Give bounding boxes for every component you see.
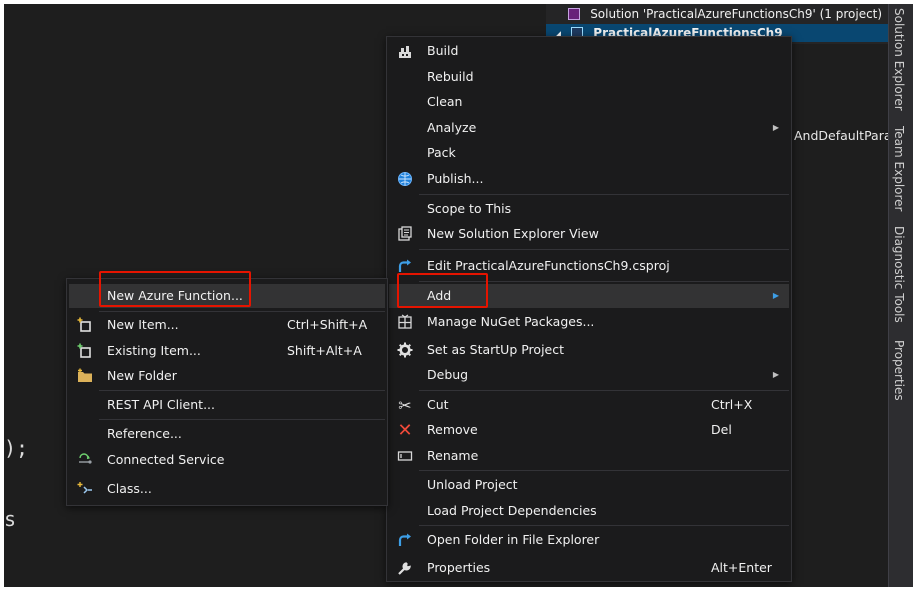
- menu-label: Load Project Dependencies: [427, 503, 597, 518]
- shortcut-label: Ctrl+X: [711, 397, 753, 412]
- menu-item-build[interactable]: Build: [389, 39, 789, 63]
- submenu-arrow-icon: ▶: [772, 123, 779, 132]
- wrench-icon: [397, 560, 413, 576]
- solution-icon: [568, 8, 581, 20]
- globe-icon: [397, 171, 413, 187]
- menu-label: Build: [427, 43, 459, 58]
- menu-separator: [419, 194, 789, 195]
- menu-item-remove[interactable]: ✕ Remove Del: [389, 418, 789, 442]
- tab-diagnostic-tools[interactable]: Diagnostic Tools: [892, 226, 906, 323]
- menu-label: Remove: [427, 422, 478, 437]
- submenu-arrow-icon: ▶: [772, 291, 779, 300]
- shortcut-label: Del: [711, 422, 732, 437]
- menu-item-existing-item[interactable]: Existing Item... Shift+Alt+A: [69, 339, 385, 363]
- menu-item-cut[interactable]: ✂ Cut Ctrl+X: [389, 393, 789, 417]
- menu-item-analyze[interactable]: Analyze ▶: [389, 116, 789, 140]
- class-icon: [77, 481, 93, 497]
- menu-separator: [99, 419, 385, 420]
- shortcut-label: Alt+Enter: [711, 560, 772, 575]
- menu-item-load-dependencies[interactable]: Load Project Dependencies: [389, 499, 789, 523]
- menu-separator: [99, 390, 385, 391]
- shortcut-label: Ctrl+Shift+A: [287, 317, 368, 332]
- menu-label: Class...: [107, 481, 152, 496]
- code-fragment: s: [4, 507, 17, 531]
- add-submenu: New Azure Function... New Item... Ctrl+S…: [66, 278, 388, 506]
- menu-label: Clean: [427, 94, 463, 109]
- solution-node[interactable]: ▾ Solution 'PracticalAzureFunctionsCh9' …: [546, 5, 882, 23]
- shortcut-label: Shift+Alt+A: [287, 343, 362, 358]
- menu-item-scope-to-this[interactable]: Scope to This: [389, 197, 789, 221]
- solution-label: Solution 'PracticalAzureFunctionsCh9' (1…: [590, 7, 883, 21]
- menu-label: Reference...: [107, 426, 182, 441]
- menu-item-new-solution-explorer-view[interactable]: New Solution Explorer View: [389, 222, 789, 246]
- tab-properties[interactable]: Properties: [892, 340, 906, 401]
- menu-separator: [419, 249, 789, 250]
- menu-separator: [419, 525, 789, 526]
- nuget-package-icon: [397, 314, 413, 330]
- menu-item-connected-service[interactable]: Connected Service: [69, 448, 385, 472]
- build-icon: [397, 43, 413, 59]
- rename-icon: [397, 448, 413, 464]
- menu-label: Rename: [427, 448, 479, 463]
- code-fragment: );: [4, 436, 29, 460]
- menu-label: Existing Item...: [107, 343, 201, 358]
- menu-item-new-item[interactable]: New Item... Ctrl+Shift+A: [69, 313, 385, 337]
- menu-item-rename[interactable]: Rename: [389, 444, 789, 468]
- menu-label: Cut: [427, 397, 449, 412]
- menu-label: Properties: [427, 560, 491, 575]
- existing-item-icon: [77, 343, 93, 359]
- highlight-box-add: [397, 273, 488, 308]
- side-tab-strip: Solution Explorer Team Explorer Diagnost…: [888, 4, 913, 587]
- menu-item-open-folder[interactable]: Open Folder in File Explorer: [389, 528, 789, 552]
- project-context-menu: Build Rebuild Clean Analyze ▶ Pack Publi…: [386, 36, 792, 582]
- menu-label: New Folder: [107, 368, 177, 383]
- menu-separator: [99, 311, 385, 312]
- scissors-icon: ✂: [398, 395, 412, 415]
- menu-separator: [419, 470, 789, 471]
- menu-label: New Item...: [107, 317, 179, 332]
- menu-item-clean[interactable]: Clean: [389, 90, 789, 114]
- menu-item-manage-nuget[interactable]: Manage NuGet Packages...: [389, 310, 789, 334]
- menu-item-rebuild[interactable]: Rebuild: [389, 65, 789, 89]
- menu-label: Open Folder in File Explorer: [427, 532, 600, 547]
- highlight-box-new-azure-function: [99, 271, 251, 307]
- menu-label: Pack: [427, 145, 456, 160]
- menu-label: Rebuild: [427, 69, 474, 84]
- menu-item-new-folder[interactable]: New Folder: [69, 364, 385, 388]
- submenu-arrow-icon: ▶: [772, 370, 779, 379]
- new-view-icon: [397, 226, 413, 242]
- menu-separator: [419, 390, 789, 391]
- redirect-arrow-icon: [397, 532, 413, 548]
- menu-label: REST API Client...: [107, 397, 215, 412]
- menu-label: Connected Service: [107, 452, 225, 467]
- menu-label: Debug: [427, 367, 469, 382]
- tab-solution-explorer[interactable]: Solution Explorer: [892, 8, 906, 111]
- menu-item-set-startup[interactable]: Set as StartUp Project: [389, 338, 789, 362]
- delete-x-icon: ✕: [397, 419, 413, 441]
- menu-label: Manage NuGet Packages...: [427, 314, 595, 329]
- menu-item-publish[interactable]: Publish...: [389, 167, 789, 191]
- folder-icon: [77, 368, 93, 384]
- menu-item-properties[interactable]: Properties Alt+Enter: [389, 556, 789, 580]
- connected-service-icon: [77, 452, 93, 468]
- new-item-icon: [77, 317, 93, 333]
- tab-team-explorer[interactable]: Team Explorer: [892, 126, 906, 212]
- ide-window: ); s ▾ Solution 'PracticalAzureFunctions…: [4, 4, 913, 587]
- menu-label: Unload Project: [427, 477, 518, 492]
- redirect-arrow-icon: [397, 258, 413, 274]
- menu-item-debug[interactable]: Debug ▶: [389, 363, 789, 387]
- menu-item-pack[interactable]: Pack: [389, 141, 789, 165]
- menu-label: Set as StartUp Project: [427, 342, 565, 357]
- tree-item-partial[interactable]: AndDefaultPara: [794, 128, 892, 143]
- menu-label: New Solution Explorer View: [427, 226, 599, 241]
- gear-icon: [397, 342, 413, 358]
- menu-item-rest-api-client[interactable]: REST API Client...: [69, 393, 385, 417]
- menu-item-unload-project[interactable]: Unload Project: [389, 473, 789, 497]
- menu-label: Publish...: [427, 171, 484, 186]
- menu-item-reference[interactable]: Reference...: [69, 422, 385, 446]
- menu-item-class[interactable]: Class...: [69, 477, 385, 501]
- menu-label: Analyze: [427, 120, 477, 135]
- menu-label: Scope to This: [427, 201, 512, 216]
